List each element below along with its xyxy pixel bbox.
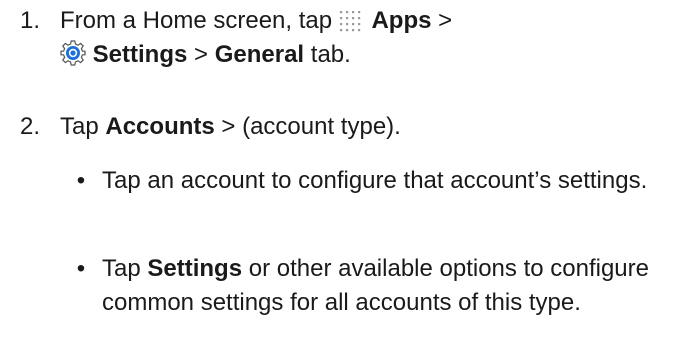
bullet-symbol: • — [76, 167, 86, 194]
step-2: 2. Tap Accounts > (account type). — [20, 110, 684, 144]
step-suffix: tab. — [304, 41, 351, 68]
settings-label: Settings — [92, 41, 188, 68]
step-1: 1. From a Home screen, tap Apps > Settin… — [20, 4, 684, 72]
settings-label: Settings — [147, 255, 243, 282]
step-number: 1. — [20, 7, 41, 34]
settings-gear-icon — [60, 40, 86, 66]
step-suffix: > (account type). — [214, 113, 401, 140]
accounts-label: Accounts — [105, 113, 215, 140]
step-prefix: From a Home screen, tap — [60, 7, 333, 34]
bullet-text: Tap an account to configure that account… — [102, 167, 648, 194]
bullet-item-1: • Tap an account to configure that accou… — [72, 164, 684, 198]
step-prefix: Tap — [60, 113, 106, 140]
bullet-prefix: Tap — [102, 255, 148, 282]
bullet-text: Tap Settings or other available options … — [102, 252, 684, 320]
bullet-item-2: • Tap Settings or other available option… — [72, 252, 684, 320]
step-text: Tap Accounts > (account type). — [60, 110, 684, 144]
general-tab-label: General — [214, 41, 305, 68]
step-number: 2. — [20, 113, 41, 140]
step-text: From a Home screen, tap Apps > Settings … — [60, 4, 684, 72]
bullet-symbol: • — [76, 255, 86, 282]
separator: > — [431, 7, 453, 34]
apps-label: Apps — [371, 7, 432, 34]
separator: > — [187, 41, 215, 68]
apps-grid-icon — [339, 10, 365, 32]
